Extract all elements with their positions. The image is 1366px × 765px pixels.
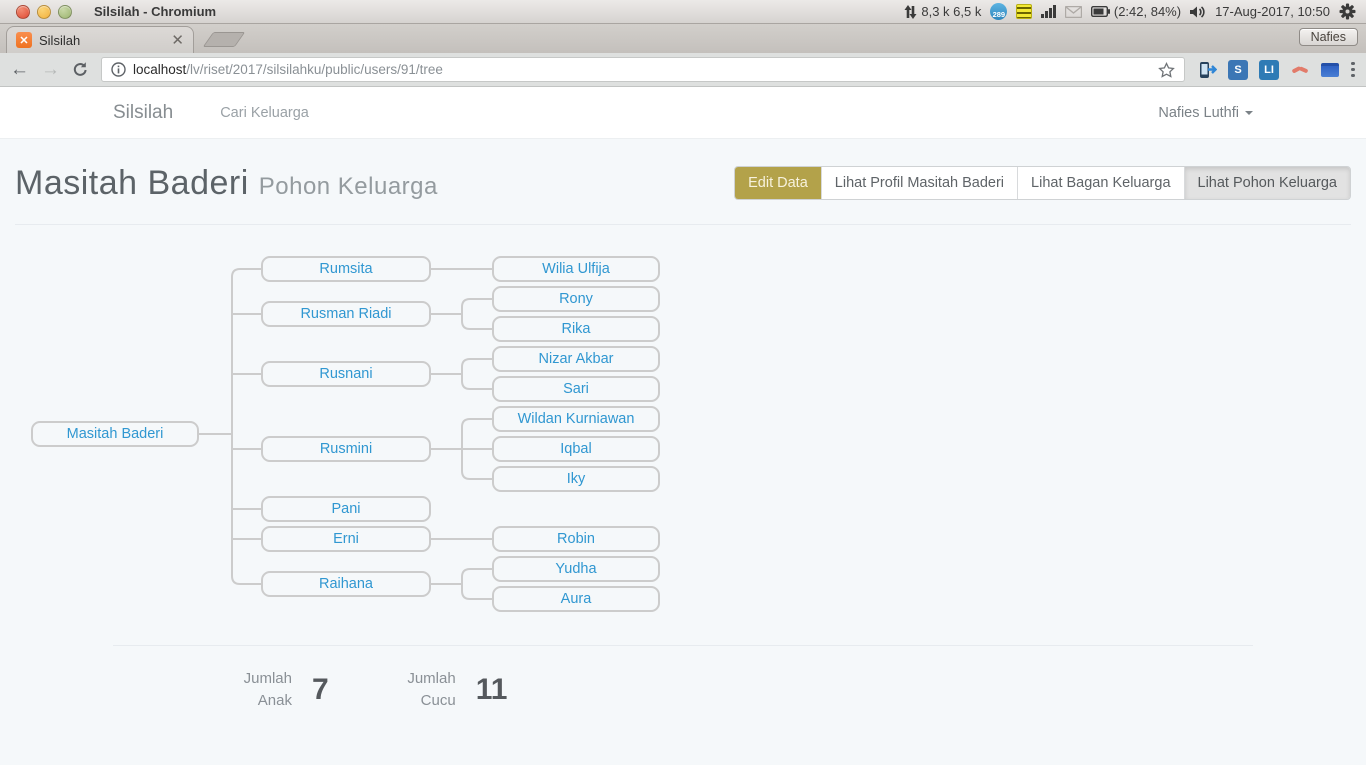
tree-node[interactable]: Raihana	[261, 571, 431, 597]
stat-label-line1: Jumlah	[404, 668, 456, 690]
battery-indicator[interactable]: (2:42, 84%)	[1091, 4, 1181, 19]
signal-strength-icon[interactable]	[1041, 5, 1056, 18]
person-name: Masitah Baderi	[15, 164, 249, 202]
bookmark-star-icon[interactable]	[1158, 62, 1175, 78]
tree-node[interactable]: Rusmini	[261, 436, 431, 462]
stat-label-line2: Cucu	[404, 690, 456, 712]
stat-label-line2: Anak	[230, 690, 292, 712]
gear-icon[interactable]	[1339, 3, 1356, 20]
tab-favicon-icon: ✕	[16, 32, 32, 48]
page-subtitle: Pohon Keluarga	[259, 173, 438, 200]
mail-envelope-icon[interactable]	[1065, 6, 1082, 18]
system-panel: Silsilah - Chromium 8,3 k 6,5 k 289 (2:4…	[0, 0, 1366, 24]
tab-silsilah[interactable]: ✕ Silsilah ✕	[6, 26, 194, 53]
stat-label-line1: Jumlah	[230, 668, 292, 690]
tree-node[interactable]: Wilia Ulfija	[492, 256, 660, 282]
tab-close-icon[interactable]: ✕	[171, 33, 184, 48]
phone-sync-extension-icon[interactable]	[1197, 60, 1217, 80]
tree-node[interactable]: Nizar Akbar	[492, 346, 660, 372]
stat-jumlah-anak: Jumlah Anak 7	[113, 668, 329, 712]
caret-down-icon	[1245, 111, 1253, 115]
stat-value-anak: 7	[312, 673, 329, 707]
stat-jumlah-cucu: Jumlah Cucu 11	[404, 668, 508, 712]
tree-node[interactable]: Rony	[492, 286, 660, 312]
forward-button[interactable]: →	[41, 60, 60, 79]
edit-data-button[interactable]: Edit Data	[735, 167, 821, 199]
messenger-indicator-icon[interactable]: 289	[990, 3, 1007, 20]
tab-title: Silsilah	[39, 33, 164, 48]
s-extension-icon[interactable]: S	[1228, 60, 1248, 80]
page-info-icon[interactable]	[111, 62, 126, 77]
url-bar[interactable]: localhost/lv/riset/2017/silsilahku/publi…	[101, 57, 1185, 82]
browser-menu-icon[interactable]	[1350, 62, 1356, 78]
tree-node[interactable]: Robin	[492, 526, 660, 552]
tree-node[interactable]: Rusman Riadi	[261, 301, 431, 327]
window-controls	[16, 5, 72, 19]
tree-node[interactable]: Sari	[492, 376, 660, 402]
new-tab-button[interactable]	[203, 32, 246, 47]
tree-node[interactable]: Rusnani	[261, 361, 431, 387]
navbar-link-cari-keluarga[interactable]: Cari Keluarga	[220, 105, 309, 121]
page-title: Masitah Baderi Pohon Keluarga	[15, 164, 438, 203]
navbar-brand[interactable]: Silsilah	[113, 102, 173, 124]
page-content: Masitah Baderi Pohon Keluarga Edit Data …	[0, 139, 1366, 712]
lihat-pohon-button[interactable]: Lihat Pohon Keluarga	[1184, 167, 1350, 199]
tree-node[interactable]: Iky	[492, 466, 660, 492]
tree-node[interactable]: Iqbal	[492, 436, 660, 462]
updown-arrows-icon	[904, 5, 917, 19]
back-button[interactable]: ←	[10, 60, 29, 79]
battery-icon	[1091, 6, 1110, 17]
app-navbar: Silsilah Cari Keluarga Nafies Luthfi	[0, 87, 1366, 139]
url-path: /lv/riset/2017/silsilahku/public/users/9…	[186, 62, 443, 77]
url-host: localhost	[133, 62, 186, 77]
network-traffic-indicator[interactable]: 8,3 k 6,5 k	[904, 4, 981, 19]
stats-section: Jumlah Anak 7 Jumlah Cucu 11	[113, 645, 1253, 712]
task-list-indicator-icon[interactable]	[1016, 4, 1032, 19]
user-dropdown[interactable]: Nafies Luthfi	[1158, 105, 1253, 121]
battery-status-text: (2:42, 84%)	[1114, 4, 1181, 19]
family-tree: Wilia Ulfija Rumsita Rony Rika Rusman Riadi N…	[15, 247, 1351, 619]
header-divider	[15, 224, 1351, 225]
action-button-group: Edit Data Lihat Profil Masitah Baderi Li…	[734, 166, 1351, 200]
window-maximize-button[interactable]	[58, 5, 72, 19]
tree-node[interactable]: Masitah Baderi	[31, 421, 199, 447]
reload-button[interactable]	[72, 61, 89, 78]
lihat-profil-button[interactable]: Lihat Profil Masitah Baderi	[821, 167, 1017, 199]
tree-node[interactable]: Pani	[261, 496, 431, 522]
tree-node[interactable]: Aura	[492, 586, 660, 612]
window-title: Silsilah - Chromium	[94, 4, 216, 19]
tree-node[interactable]: Wildan Kurniawan	[492, 406, 660, 432]
stat-value-cucu: 11	[476, 673, 508, 707]
tree-node[interactable]: Rika	[492, 316, 660, 342]
window-minimize-button[interactable]	[37, 5, 51, 19]
volume-icon[interactable]	[1190, 5, 1206, 19]
tree-node[interactable]: Rumsita	[261, 256, 431, 282]
box-extension-icon[interactable]	[1321, 63, 1339, 77]
browser-profile-button[interactable]: Nafies	[1299, 28, 1358, 46]
tree-node[interactable]: Yudha	[492, 556, 660, 582]
browser-toolbar: ← → localhost/lv/riset/2017/silsilahku/p…	[0, 53, 1366, 87]
tree-node[interactable]: Erni	[261, 526, 431, 552]
tab-strip: ✕ Silsilah ✕ Nafies	[0, 24, 1366, 53]
lihat-bagan-button[interactable]: Lihat Bagan Keluarga	[1017, 167, 1183, 199]
clock-text[interactable]: 17-Aug-2017, 10:50	[1215, 4, 1330, 19]
user-name: Nafies Luthfi	[1158, 105, 1239, 121]
network-rate-text: 8,3 k 6,5 k	[921, 4, 981, 19]
hands-extension-icon[interactable]	[1290, 62, 1310, 78]
window-close-button[interactable]	[16, 5, 30, 19]
li-extension-icon[interactable]: LI	[1259, 60, 1279, 80]
